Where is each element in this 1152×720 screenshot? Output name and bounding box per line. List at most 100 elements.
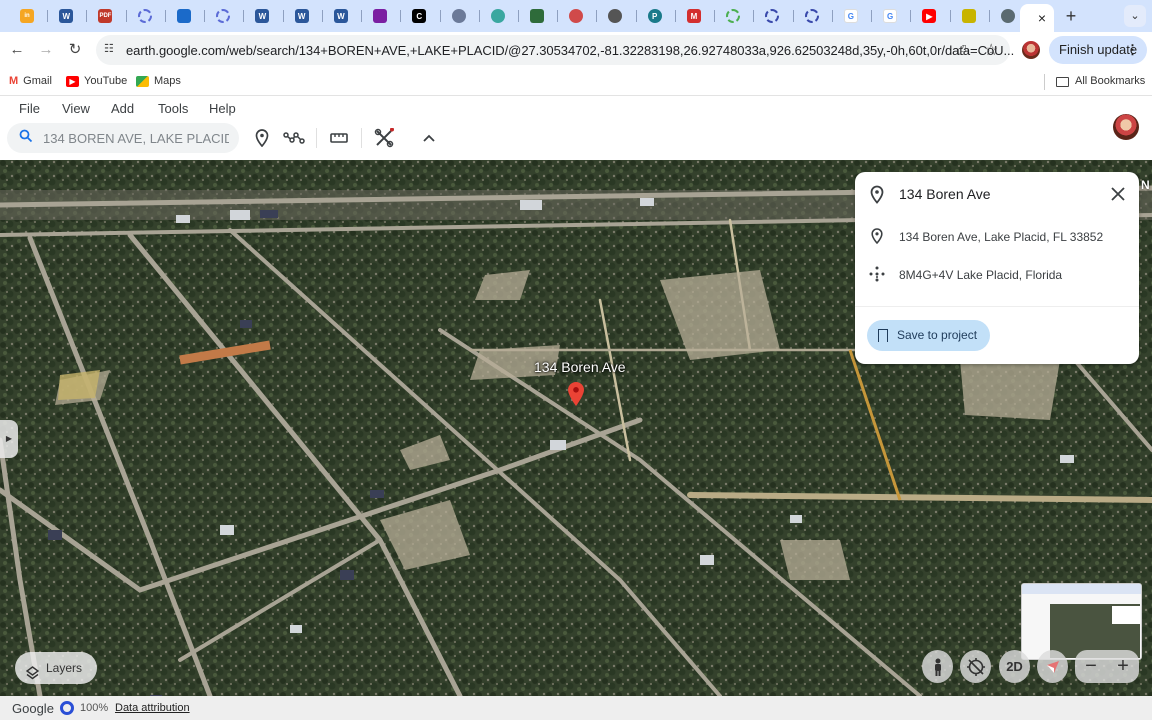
layers-button[interactable]: Layers	[15, 652, 97, 684]
install-app-icon[interactable]: ⎙	[958, 42, 968, 58]
street-view-button[interactable]	[922, 650, 953, 683]
menu-view[interactable]: View	[62, 101, 90, 116]
maps-icon	[136, 75, 149, 87]
bookmarks-divider	[1044, 74, 1045, 90]
browser-tab[interactable]: W	[289, 6, 323, 26]
active-tab[interactable]: ×	[1020, 4, 1054, 32]
layers-icon	[25, 660, 40, 692]
projects-button[interactable]	[372, 126, 396, 150]
plus-code-icon	[867, 264, 887, 284]
browser-tab[interactable]	[759, 6, 793, 26]
browser-tab[interactable]: M	[681, 6, 715, 26]
new-tab-button[interactable]: +	[1062, 6, 1080, 26]
browser-tab[interactable]	[956, 6, 990, 26]
menu-help[interactable]: Help	[209, 101, 236, 116]
browser-tab[interactable]: W	[328, 6, 362, 26]
compass-button[interactable]	[1037, 650, 1068, 683]
profile-avatar[interactable]	[1022, 41, 1040, 59]
browser-tab[interactable]: W	[249, 6, 283, 26]
ring-icon	[765, 9, 780, 23]
ring-icon	[804, 9, 819, 23]
add-path-button[interactable]	[282, 126, 306, 150]
browser-tab[interactable]	[524, 6, 558, 26]
bookmark-youtube[interactable]: ▶ YouTube	[66, 75, 127, 87]
pdf-icon: PDF	[98, 9, 113, 23]
close-panel-button[interactable]	[1107, 184, 1129, 206]
browser-tab[interactable]: ▶	[916, 6, 950, 26]
menu-add[interactable]: Add	[111, 101, 134, 116]
more-menu-icon: ⋮	[1126, 42, 1139, 57]
search-box[interactable]	[7, 123, 239, 153]
close-tab-icon[interactable]: ×	[1038, 10, 1046, 26]
tab-search-button[interactable]: ⌄	[1124, 5, 1146, 27]
pin-label: 134 Boren Ave	[534, 359, 626, 375]
browser-tab[interactable]	[720, 6, 754, 26]
forward-button[interactable]: →	[36, 40, 56, 60]
bookmark-gmail[interactable]: M Gmail	[9, 75, 52, 87]
browser-tab[interactable]: C	[406, 6, 440, 26]
spinner-icon	[216, 9, 231, 23]
ticket-icon	[961, 9, 976, 23]
url-text[interactable]: earth.google.com/web/search/134+BOREN+AV…	[126, 43, 1014, 58]
browser-toolbar: ← → ↻ ☷ earth.google.com/web/search/134+…	[0, 32, 1152, 68]
overview-minimap[interactable]	[1021, 583, 1142, 660]
mail-icon	[373, 9, 388, 23]
shield-icon	[530, 9, 544, 23]
wheel-icon	[569, 9, 584, 23]
bookmarks-bar: M Gmail ▶ YouTube Maps All Bookmarks	[0, 68, 1152, 96]
bookmark-maps[interactable]: Maps	[136, 75, 181, 87]
chevron-right-icon: ▶	[5, 434, 13, 443]
browser-tab[interactable]: G	[838, 6, 872, 26]
onedrive-icon	[176, 9, 191, 23]
add-placemark-button[interactable]	[250, 126, 274, 150]
tab-separator	[518, 10, 519, 22]
back-button[interactable]: ←	[7, 40, 27, 60]
browser-tab[interactable]	[485, 6, 519, 26]
browser-tab[interactable]	[171, 6, 205, 26]
menu-file[interactable]: File	[19, 101, 40, 116]
address-bar[interactable]: ☷ earth.google.com/web/search/134+BOREN+…	[96, 35, 1014, 65]
browser-tab[interactable]: P	[642, 6, 676, 26]
browser-tab[interactable]: PDF	[92, 6, 126, 26]
tab-separator	[478, 10, 480, 22]
word-icon: W	[59, 9, 74, 23]
reload-button[interactable]: ↻	[65, 40, 85, 60]
bookmark-star-icon[interactable]: ☆	[984, 40, 998, 60]
browser-tab[interactable]: W	[53, 6, 87, 26]
all-bookmarks-button[interactable]: All Bookmarks	[1056, 75, 1145, 87]
browser-tab[interactable]	[446, 6, 480, 26]
search-input[interactable]	[43, 129, 229, 147]
browser-tab[interactable]	[210, 6, 244, 26]
browser-tab[interactable]	[799, 6, 833, 26]
folder-icon	[1056, 76, 1069, 87]
tab-separator	[439, 10, 441, 22]
location-pin-icon[interactable]	[568, 382, 584, 411]
browser-tab[interactable]	[602, 6, 636, 26]
browser-tab[interactable]: G	[877, 6, 911, 26]
zoom-out-button[interactable]: −	[1085, 655, 1097, 678]
tab-separator	[86, 10, 88, 22]
save-to-project-button[interactable]: Save to project	[867, 320, 990, 351]
north-indicator: N	[1141, 178, 1150, 192]
tab-separator	[125, 10, 127, 22]
browser-tab[interactable]	[367, 6, 401, 26]
toggle-2d-button[interactable]: 2D	[999, 650, 1030, 683]
spinner-icon	[726, 9, 741, 23]
collapse-toolbar-button[interactable]	[417, 126, 441, 150]
menu-tools[interactable]: Tools	[158, 101, 188, 116]
measure-button[interactable]	[327, 126, 351, 150]
browser-tab[interactable]: in	[14, 6, 48, 26]
browser-tab[interactable]	[132, 6, 166, 26]
data-attribution-link[interactable]: Data attribution	[115, 702, 190, 714]
view-2d-label: 2D	[1006, 659, 1023, 674]
zoom-in-button[interactable]: +	[1117, 655, 1129, 678]
expand-sidebar-button[interactable]: ▶	[0, 420, 18, 458]
toolbar-divider	[316, 128, 317, 148]
minimap-header	[1022, 584, 1141, 594]
account-avatar[interactable]	[1113, 114, 1139, 140]
site-info-icon[interactable]: ☷	[104, 42, 118, 56]
earth-toolbar	[0, 120, 1152, 160]
reset-tilt-button[interactable]	[960, 650, 991, 683]
finish-update-button[interactable]: Finish update ⋮	[1049, 36, 1147, 64]
browser-tab[interactable]	[563, 6, 597, 26]
